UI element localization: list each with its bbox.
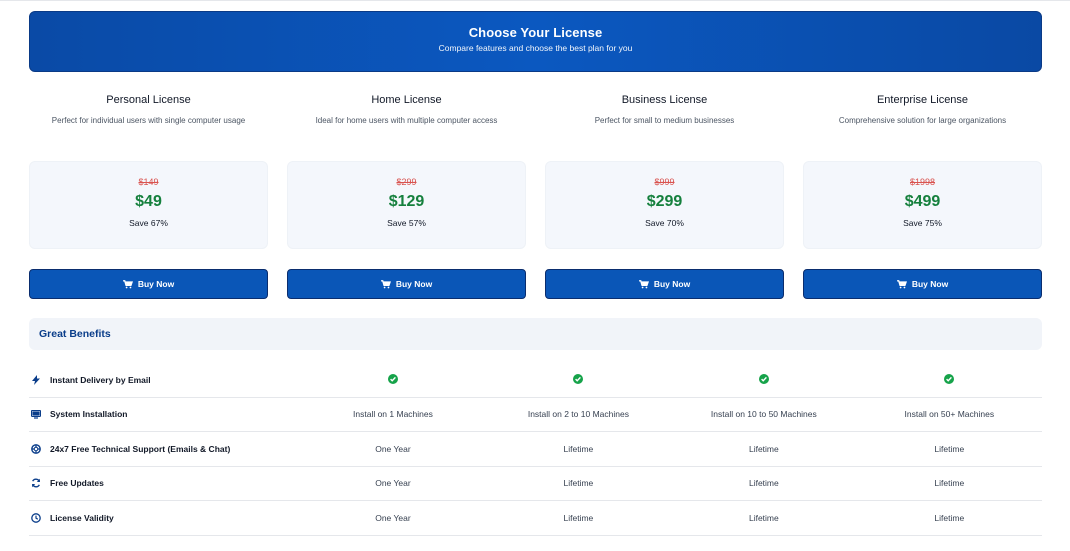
feature-label: System Installation <box>50 409 128 420</box>
feature-label: Free Updates <box>50 478 104 489</box>
price-box: $149 $49 Save 67% <box>29 161 268 249</box>
current-price: $499 <box>904 193 941 210</box>
value-cell: Lifetime <box>934 443 965 454</box>
price-box: $999 $299 Save 70% <box>545 161 784 249</box>
feature-label: Instant Delivery by Email <box>50 374 151 385</box>
feature-cell: 24x7 Free Technical Support (Emails & Ch… <box>29 444 300 454</box>
feature-cell: License Validity <box>29 513 300 523</box>
table-row: 24x7 Free Technical Support (Emails & Ch… <box>29 432 1042 467</box>
value-cell <box>300 373 485 386</box>
plan-enterprise: Enterprise License Comprehensive solutio… <box>803 94 1042 299</box>
current-price: $299 <box>646 193 683 210</box>
buy-now-label: Buy Now <box>395 279 433 289</box>
table-row: Free Updates One Year Lifetime Lifetime … <box>29 467 1042 501</box>
feature-cell: System Installation <box>29 409 300 419</box>
monitor-icon <box>31 409 41 419</box>
old-price: $149 <box>138 177 159 187</box>
value-cell <box>671 373 856 386</box>
value-cell: Lifetime <box>563 512 594 523</box>
cart-icon <box>122 279 133 288</box>
benefits-table: Instant Delivery by Email System Install… <box>29 363 1042 536</box>
cart-icon <box>896 279 907 288</box>
savings-text: Save 70% <box>645 218 684 228</box>
value-cell: One Year <box>375 478 411 489</box>
lightning-icon <box>31 374 41 385</box>
pricing-page: Choose Your License Compare features and… <box>0 0 1070 551</box>
table-row: System Installation Install on 1 Machine… <box>29 398 1042 432</box>
value-cell: One Year <box>375 512 411 523</box>
plan-home: Home License Ideal for home users with m… <box>287 94 526 299</box>
value-cell: Lifetime <box>748 443 779 454</box>
table-row: License Validity One Year Lifetime Lifet… <box>29 501 1042 536</box>
benefits-heading: Great Benefits <box>29 318 1042 350</box>
plan-description: Perfect for small to medium businesses <box>594 116 735 125</box>
savings-text: Save 67% <box>129 218 168 228</box>
buy-now-label: Buy Now <box>653 279 691 289</box>
price-box: $299 $129 Save 57% <box>287 161 526 249</box>
table-row: Instant Delivery by Email <box>29 363 1042 398</box>
value-cell <box>857 373 1042 386</box>
value-cell: Lifetime <box>934 512 965 523</box>
value-cell: Lifetime <box>563 443 594 454</box>
old-price: $299 <box>396 177 417 187</box>
plan-list: Personal License Perfect for individual … <box>29 94 1042 299</box>
check-icon <box>573 373 584 384</box>
feature-label: License Validity <box>50 512 114 523</box>
cart-icon <box>380 279 391 288</box>
check-icon <box>758 373 769 384</box>
value-cell: Install on 50+ Machines <box>904 409 995 420</box>
clock-icon <box>31 512 41 523</box>
lifebuoy-icon <box>31 443 41 454</box>
page-title: Choose Your License <box>468 25 603 40</box>
cart-icon <box>638 279 649 288</box>
buy-now-label: Buy Now <box>137 279 175 289</box>
value-cell: Install on 2 to 10 Machines <box>527 409 629 420</box>
plan-description: Perfect for individual users with single… <box>51 116 246 125</box>
value-cell <box>486 373 671 386</box>
plan-name: Enterprise License <box>876 94 969 106</box>
feature-cell: Instant Delivery by Email <box>29 374 300 385</box>
buy-now-button-personal[interactable]: Buy Now <box>29 269 268 299</box>
page-subtitle: Compare features and choose the best pla… <box>438 43 633 53</box>
header-banner: Choose Your License Compare features and… <box>29 11 1042 72</box>
old-price: $1998 <box>909 177 936 187</box>
refresh-icon <box>31 478 41 488</box>
savings-text: Save 75% <box>903 218 942 228</box>
plan-description: Comprehensive solution for large organiz… <box>838 116 1007 125</box>
plan-description: Ideal for home users with multiple compu… <box>315 116 498 125</box>
value-cell: Lifetime <box>934 478 965 489</box>
current-price: $49 <box>135 193 162 210</box>
check-icon <box>387 373 398 384</box>
buy-now-button-business[interactable]: Buy Now <box>545 269 784 299</box>
check-icon <box>944 373 955 384</box>
feature-cell: Free Updates <box>29 478 300 488</box>
current-price: $129 <box>388 193 425 210</box>
plan-personal: Personal License Perfect for individual … <box>29 94 268 299</box>
value-cell: One Year <box>375 443 411 454</box>
value-cell: Install on 10 to 50 Machines <box>710 409 817 420</box>
buy-now-button-enterprise[interactable]: Buy Now <box>803 269 1042 299</box>
value-cell: Lifetime <box>748 478 779 489</box>
plan-name: Business License <box>621 94 708 106</box>
value-cell: Install on 1 Machines <box>353 409 433 420</box>
savings-text: Save 57% <box>387 218 426 228</box>
buy-now-label: Buy Now <box>911 279 949 289</box>
value-cell: Lifetime <box>748 512 779 523</box>
plan-name: Personal License <box>106 94 191 106</box>
plan-name: Home License <box>371 94 442 106</box>
old-price: $999 <box>654 177 675 187</box>
plan-business: Business License Perfect for small to me… <box>545 94 784 299</box>
buy-now-button-home[interactable]: Buy Now <box>287 269 526 299</box>
value-cell: Lifetime <box>563 478 594 489</box>
feature-label: 24x7 Free Technical Support (Emails & Ch… <box>50 443 231 454</box>
price-box: $1998 $499 Save 75% <box>803 161 1042 249</box>
